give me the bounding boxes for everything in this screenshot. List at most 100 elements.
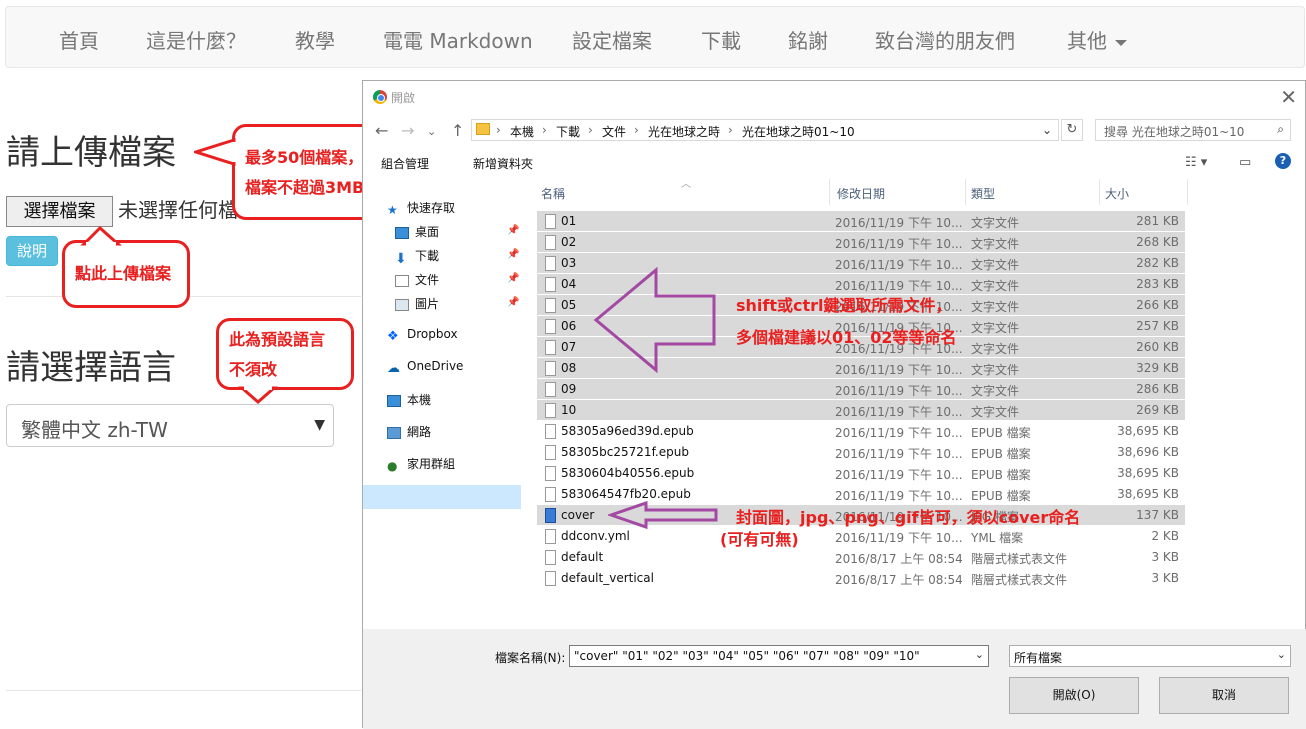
file-icon	[545, 487, 556, 502]
file-type: 階層式樣式表文件	[971, 552, 1068, 566]
column-separator[interactable]	[1099, 179, 1100, 205]
nav-config[interactable]: 設定檔案	[572, 25, 652, 54]
search-input[interactable]: 搜尋 光在地球之時01~10 ⌕	[1095, 119, 1291, 141]
sidebar-item-onedrive[interactable]: ☁ OneDrive	[387, 359, 463, 376]
column-header-type[interactable]: 類型	[971, 185, 995, 202]
forward-arrow-icon[interactable]: →	[401, 121, 414, 140]
choose-file-button[interactable]: 選擇檔案	[6, 196, 113, 227]
file-row[interactable]: 02 2016/11/19 下午 10... 文字文件 268 KB	[537, 232, 1185, 252]
help-button[interactable]: 說明	[6, 236, 58, 266]
history-chevron-icon[interactable]: ⌄	[427, 125, 436, 138]
nav-more-label: 其他	[1067, 29, 1107, 53]
breadcrumb-separator: ›	[634, 123, 639, 137]
file-size: 268 KB	[1136, 235, 1179, 249]
sidebar-item-network[interactable]: 網路	[387, 423, 431, 440]
breadcrumb-item[interactable]: 下載	[556, 123, 580, 140]
column-separator[interactable]	[829, 179, 830, 205]
file-size: 3 KB	[1151, 571, 1179, 585]
language-select[interactable]: 繁體中文 zh-TW ▼	[6, 404, 334, 447]
file-name: 05	[561, 298, 577, 312]
back-arrow-icon[interactable]: ←	[375, 121, 388, 140]
caret-down-icon	[1115, 39, 1127, 46]
file-name: default_vertical	[561, 571, 654, 585]
file-size: 260 KB	[1136, 340, 1179, 354]
sidebar-item-homegroup[interactable]: ● 家用群組	[387, 455, 455, 473]
file-row[interactable]: default_vertical 2016/8/17 上午 08:54 階層式樣式表…	[537, 568, 1185, 588]
file-size: 266 KB	[1136, 298, 1179, 312]
column-header-name[interactable]: 名稱	[541, 185, 565, 202]
sidebar-item-documents[interactable]: 文件	[395, 271, 439, 288]
breadcrumb-item[interactable]: 文件	[602, 123, 626, 140]
cancel-button[interactable]: 取消	[1159, 677, 1289, 714]
new-folder-button[interactable]: 新增資料夾	[473, 155, 533, 172]
sidebar-item-this-pc[interactable]: 本機	[387, 391, 431, 408]
preview-pane-icon[interactable]: ▭	[1239, 155, 1251, 170]
file-row[interactable]: 01 2016/11/19 下午 10... 文字文件 281 KB	[537, 211, 1185, 231]
breadcrumb-separator: ›	[542, 123, 547, 137]
file-date: 2016/11/19 下午 10...	[835, 405, 963, 419]
navigation-pane: ★ 快速存取 桌面 📌 ⬇ 下載 📌 文件 📌 圖片 📌 ❖ Dropbox ☁ One…	[363, 179, 521, 629]
nav-more[interactable]: 其他	[1067, 25, 1127, 54]
column-header-date[interactable]: 修改日期	[837, 185, 885, 202]
breadcrumb-item[interactable]: 光在地球之時	[648, 123, 720, 140]
callout-pointer	[238, 386, 278, 404]
file-size: 38,695 KB	[1117, 424, 1179, 438]
sidebar-label: 桌面	[415, 225, 440, 239]
up-arrow-icon[interactable]: ↑	[451, 121, 464, 140]
default-language-callout: 此為預設語言 不須改	[216, 318, 354, 390]
close-icon[interactable]: ✕	[1280, 85, 1297, 109]
sidebar-item-quick-access[interactable]: ★ 快速存取	[387, 199, 456, 217]
sidebar-label: 本機	[407, 393, 432, 407]
file-size: 38,695 KB	[1117, 466, 1179, 480]
file-row[interactable]: 09 2016/11/19 下午 10... 文字文件 286 KB	[537, 379, 1185, 399]
file-name: 01	[561, 214, 577, 228]
file-type: 文字文件	[971, 384, 1020, 398]
file-name: cover	[561, 508, 595, 522]
file-name: ddconv.yml	[561, 529, 630, 543]
sidebar-item-downloads[interactable]: ⬇ 下載	[395, 247, 439, 267]
dialog-footer: 檔案名稱(N): "cover" "01" "02" "03" "04" "05…	[363, 629, 1306, 729]
sidebar-item-pictures[interactable]: 圖片	[395, 295, 439, 312]
select-hint-text: 多個檔建議以01、02等等命名	[736, 328, 957, 347]
chevron-down-icon[interactable]: ⌄	[1042, 123, 1052, 137]
nav-tutorial[interactable]: 教學	[295, 25, 335, 54]
open-button[interactable]: 開啟(O)	[1009, 677, 1139, 714]
file-date: 2016/11/19 下午 10...	[835, 531, 963, 545]
sidebar-item-dropbox[interactable]: ❖ Dropbox	[387, 327, 458, 344]
view-options-icon[interactable]: ☷ ▾	[1185, 155, 1207, 170]
nav-taiwan-friends[interactable]: 致台灣的朋友們	[875, 25, 1015, 54]
nav-home[interactable]: 首頁	[59, 25, 99, 54]
breadcrumb-item[interactable]: 光在地球之時01~10	[742, 123, 855, 140]
address-bar[interactable]: › 本機 › 下載 › 文件 › 光在地球之時 › 光在地球之時01~10 ⌄	[471, 119, 1059, 141]
breadcrumb-item[interactable]: 本機	[510, 123, 534, 140]
nav-markdown[interactable]: 電電 Markdown	[383, 25, 533, 54]
chrome-icon	[373, 90, 387, 104]
file-row[interactable]: default 2016/8/17 上午 08:54 階層式樣式表文件 3 KB	[537, 547, 1185, 567]
file-icon	[545, 571, 556, 586]
nav-about[interactable]: 這是什麼？	[146, 25, 246, 54]
computer-icon	[387, 394, 401, 407]
filename-input[interactable]: "cover" "01" "02" "03" "04" "05" "06" "0…	[569, 645, 989, 667]
sidebar-label: 快速存取	[407, 201, 456, 215]
file-row[interactable]: 58305a96ed39d.epub 2016/11/19 下午 10... EPU…	[537, 421, 1185, 441]
column-separator[interactable]	[965, 179, 966, 205]
desktop-icon	[395, 226, 409, 239]
refresh-icon[interactable]: ↻	[1061, 119, 1083, 141]
organize-menu[interactable]: 組合管理	[381, 155, 429, 172]
sidebar-item-desktop[interactable]: 桌面	[395, 223, 439, 240]
pin-icon: 📌	[507, 249, 520, 260]
chevron-down-icon[interactable]: ⌄	[975, 648, 984, 661]
nav-download[interactable]: 下載	[701, 25, 741, 54]
file-row[interactable]: 10 2016/11/19 下午 10... 文字文件 269 KB	[537, 400, 1185, 420]
help-icon[interactable]: ?	[1275, 153, 1291, 169]
file-row[interactable]: 58305bc25721f.epub 2016/11/19 下午 10... EPU…	[537, 442, 1185, 462]
file-row[interactable]: 5830604b40556.epub 2016/11/19 下午 10... EPU…	[537, 463, 1185, 483]
sidebar-label: Dropbox	[407, 327, 458, 341]
file-type: 文字文件	[971, 363, 1020, 377]
file-icon	[545, 466, 556, 481]
column-separator[interactable]	[1187, 179, 1188, 205]
nav-thanks[interactable]: 銘謝	[788, 25, 828, 54]
filetype-select[interactable]: 所有檔案 ⌄	[1009, 645, 1291, 667]
file-name: 07	[561, 340, 577, 354]
column-header-size[interactable]: 大小	[1105, 185, 1129, 202]
